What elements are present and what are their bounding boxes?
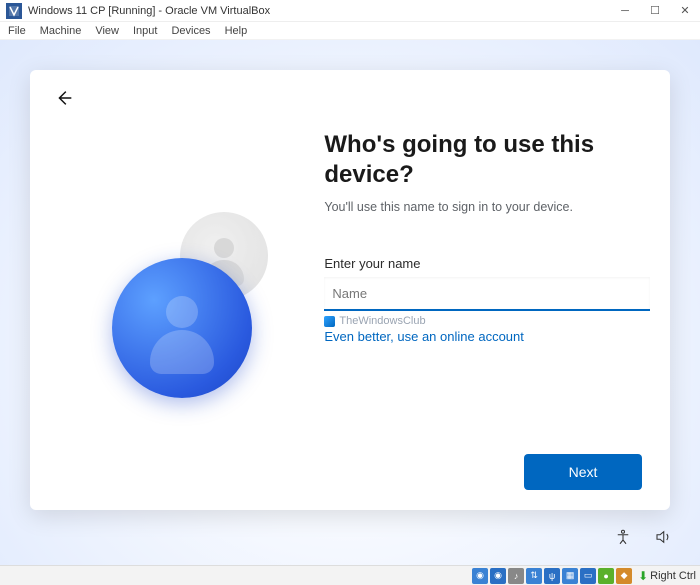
person-avatar-icon xyxy=(112,258,252,398)
minimize-button[interactable]: ─ xyxy=(610,0,640,22)
virtualbox-app-icon xyxy=(6,3,22,19)
network-icon[interactable]: ⇅ xyxy=(526,568,542,584)
menu-devices[interactable]: Devices xyxy=(171,25,210,37)
shared-folders-icon[interactable]: ▦ xyxy=(562,568,578,584)
recording-icon[interactable]: ● xyxy=(598,568,614,584)
usb-icon[interactable]: ψ xyxy=(544,568,560,584)
hero-illustration xyxy=(30,70,324,510)
name-input[interactable] xyxy=(324,277,650,311)
page-subtitle: You'll use this name to sign in to your … xyxy=(324,200,650,214)
display-icon[interactable]: ▭ xyxy=(580,568,596,584)
name-field-label: Enter your name xyxy=(324,256,650,271)
volume-icon[interactable] xyxy=(654,528,672,551)
next-button[interactable]: Next xyxy=(524,454,642,490)
hard-disk-icon[interactable]: ◉ xyxy=(472,568,488,584)
guest-viewport: Who's going to use this device? You'll u… xyxy=(0,40,700,565)
audio-icon[interactable]: ♪ xyxy=(508,568,524,584)
accessibility-icon[interactable] xyxy=(614,528,632,551)
menu-input[interactable]: Input xyxy=(133,25,157,37)
menu-machine[interactable]: Machine xyxy=(40,25,82,37)
menu-view[interactable]: View xyxy=(95,25,119,37)
host-key-indicator: ⬇ Right Ctrl xyxy=(638,569,696,583)
virtualbox-statusbar: ◉ ◉ ♪ ⇅ ψ ▦ ▭ ● ◆ ⬇ Right Ctrl xyxy=(0,565,700,585)
window-title: Windows 11 CP [Running] - Oracle VM Virt… xyxy=(28,5,610,17)
maximize-button[interactable]: ☐ xyxy=(640,0,670,22)
use-online-account-link[interactable]: Even better, use an online account xyxy=(324,329,650,344)
menu-help[interactable]: Help xyxy=(225,25,248,37)
menu-file[interactable]: File xyxy=(8,25,26,37)
virtualbox-menubar: File Machine View Input Devices Help xyxy=(0,22,700,40)
watermark-icon xyxy=(324,316,335,327)
watermark-text: TheWindowsClub xyxy=(339,315,425,327)
page-title: Who's going to use this device? xyxy=(324,130,650,190)
optical-drive-icon[interactable]: ◉ xyxy=(490,568,506,584)
oobe-card: Who's going to use this device? You'll u… xyxy=(30,70,670,510)
close-button[interactable]: ✕ xyxy=(670,0,700,22)
watermark: TheWindowsClub xyxy=(324,315,650,327)
cpu-icon[interactable]: ◆ xyxy=(616,568,632,584)
host-key-arrow-icon: ⬇ xyxy=(638,569,648,583)
virtualbox-titlebar: Windows 11 CP [Running] - Oracle VM Virt… xyxy=(0,0,700,22)
host-key-label: Right Ctrl xyxy=(650,570,696,582)
